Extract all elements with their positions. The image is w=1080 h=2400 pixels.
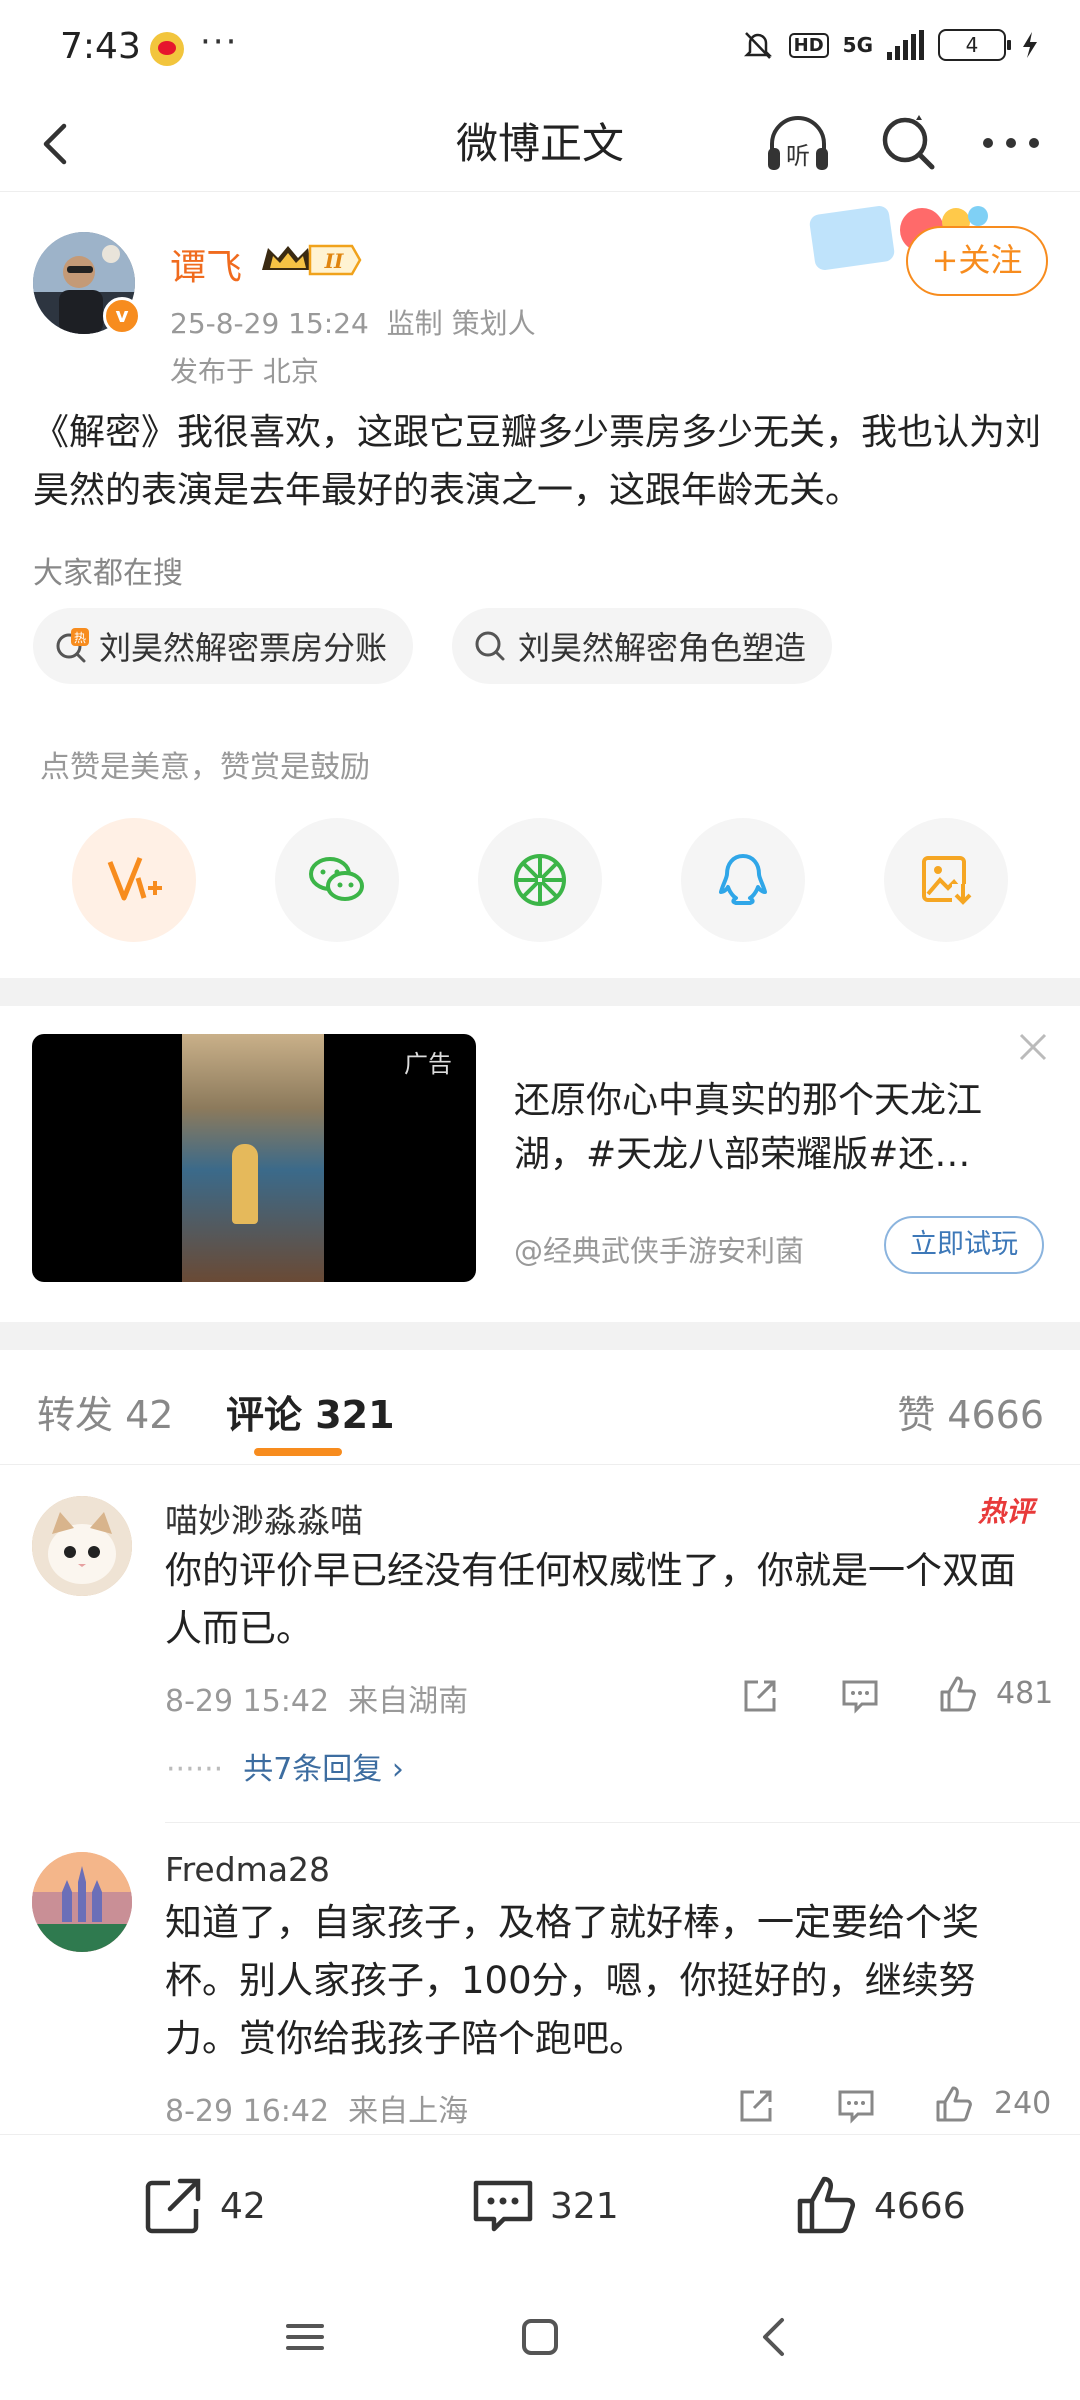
ad-source: @经典武侠手游安利菌 (514, 1234, 805, 1268)
reward-v-icon (107, 857, 162, 901)
more-menu-icon[interactable] (976, 110, 1046, 176)
comment-like-count: 240 (994, 2086, 1052, 2121)
search-chip-label: 刘昊然解密票房分账 (99, 629, 388, 667)
top-nav: 微博正文 听 (0, 96, 1080, 192)
moments-icon (514, 854, 566, 906)
chevron-right-icon: › (391, 1752, 404, 1787)
status-more-icon: ··· (200, 22, 239, 62)
home-icon[interactable] (515, 2312, 565, 2362)
comment-count: 321 (550, 2185, 619, 2227)
system-navigation-bar (0, 2282, 1080, 2400)
hd-icon: HD (788, 32, 829, 58)
view-replies-label: 共7条回复 (243, 1752, 383, 1787)
author-name[interactable]: 谭飞 (170, 238, 242, 290)
trending-search-label: 大家都在搜 (33, 556, 183, 591)
comment-text: 你的评价早已经没有任何权威性了，你就是一个双面人而已。 (165, 1549, 1016, 1650)
comment-icon (473, 2180, 533, 2232)
comment-like-icon[interactable] (934, 2084, 974, 2124)
commenter-avatar[interactable] (32, 1852, 132, 1952)
network-type: 5G (842, 33, 873, 57)
ad-title[interactable]: 还原你心中真实的那个天龙江湖，#天龙八部荣耀版#还… (514, 1074, 1044, 1182)
follow-button[interactable]: +关注 (906, 226, 1048, 296)
search-chip[interactable]: 刘昊然解密角色塑造 (452, 608, 833, 684)
section-divider (0, 1322, 1080, 1350)
search-chip[interactable]: 热 刘昊然解密票房分账 (33, 608, 414, 684)
post-meta: 25-8-29 15:24 监制 策划人 (170, 307, 536, 340)
member-crown-icon: II (262, 244, 362, 276)
tab-like[interactable]: 赞 4666 (897, 1384, 1044, 1439)
hot-badge: 热 (74, 631, 86, 645)
post-location: 发布于 北京 (170, 355, 319, 388)
charging-icon (1023, 32, 1037, 58)
hot-search-icon: 热 (56, 628, 89, 663)
listen-label: 听 (786, 142, 810, 170)
reward-hint: 点赞是美意，赞赏是鼓励 (40, 750, 370, 785)
comment-text: 知道了，自家孩子，及格了就好棒，一定要给个奖杯。别人家孩子，100分，嗯，你挺好… (165, 1901, 979, 2060)
forward-button[interactable]: 42 (140, 2173, 266, 2239)
search-chip-label: 刘昊然解密角色塑造 (518, 629, 807, 667)
forward-count: 42 (220, 2185, 266, 2227)
comment-reply-icon[interactable] (836, 2086, 876, 2126)
search-icon (475, 631, 505, 661)
verified-badge: v (103, 297, 141, 335)
share-moments-button[interactable] (478, 818, 602, 942)
view-replies-link[interactable]: ······ 共7条回复 › (166, 1744, 404, 1788)
comment-meta: 8-29 16:42 来自上海 (165, 2094, 469, 2129)
commenter-name[interactable]: Fredma28 (165, 1850, 330, 1889)
kitten-avatar-icon (32, 1496, 132, 1596)
bottom-action-bar: 42 321 4666 (0, 2134, 1080, 2282)
comment-like-icon[interactable] (938, 1674, 978, 1714)
comment-meta: 8-29 15:42 来自湖南 (165, 1684, 469, 1719)
reward-button[interactable] (72, 818, 196, 942)
like-button[interactable]: 4666 (794, 2173, 966, 2239)
ad-figure (232, 1144, 258, 1224)
active-tab-indicator (254, 1448, 342, 1456)
close-icon[interactable] (1016, 1030, 1050, 1064)
section-divider (0, 978, 1080, 1006)
battery-icon: 4 (938, 29, 1011, 61)
share-wechat-button[interactable] (275, 818, 399, 942)
listen-headphones-icon[interactable]: 听 (762, 108, 834, 180)
search-icon[interactable] (876, 110, 942, 176)
level-badge: II (324, 249, 344, 273)
system-back-icon[interactable] (750, 2312, 800, 2362)
tab-divider (0, 1464, 1080, 1465)
comment-reply-icon[interactable] (840, 1676, 880, 1716)
status-right-group: HD 5G 4 (741, 28, 1040, 62)
commenter-avatar[interactable] (32, 1496, 132, 1596)
tab-forward[interactable]: 转发 42 (37, 1384, 173, 1439)
ad-try-button[interactable]: 立即试玩 (884, 1216, 1044, 1274)
castle-avatar-icon (32, 1852, 132, 1952)
commenter-name[interactable]: 喵妙渺淼淼喵 (165, 1494, 363, 1542)
save-image-icon (922, 856, 974, 908)
save-image-button[interactable] (884, 818, 1008, 942)
like-count: 4666 (874, 2185, 966, 2227)
tab-comment[interactable]: 评论 321 (226, 1384, 395, 1439)
comment-divider (165, 1822, 1080, 1823)
post-body-text: 《解密》我很喜欢，这跟它豆瓣多少票房多少无关，我也认为刘昊然的表演是去年最好的表… (33, 412, 1042, 511)
status-time: 7:43 (60, 26, 141, 67)
reply-dots: ······ (166, 1752, 224, 1787)
recent-apps-icon[interactable] (280, 2312, 330, 2362)
comment-share-icon[interactable] (736, 2086, 776, 2126)
wechat-icon (309, 857, 364, 901)
mute-bell-icon (743, 32, 772, 59)
qq-icon (719, 854, 767, 905)
comment-button[interactable]: 321 (470, 2173, 619, 2239)
ad-label: 广告 (404, 1050, 452, 1078)
share-qq-button[interactable] (681, 818, 805, 942)
forward-icon (145, 2178, 201, 2234)
signal-icon (887, 30, 924, 60)
comment-like-count: 481 (996, 1676, 1054, 1711)
comment-share-icon[interactable] (740, 1676, 780, 1716)
weibo-notification-icon (150, 32, 184, 66)
hot-comment-tag: 热评 (978, 1495, 1035, 1528)
thumbs-up-icon (797, 2176, 856, 2234)
status-bar: 7:43 ··· HD 5G 4 (0, 0, 1080, 96)
